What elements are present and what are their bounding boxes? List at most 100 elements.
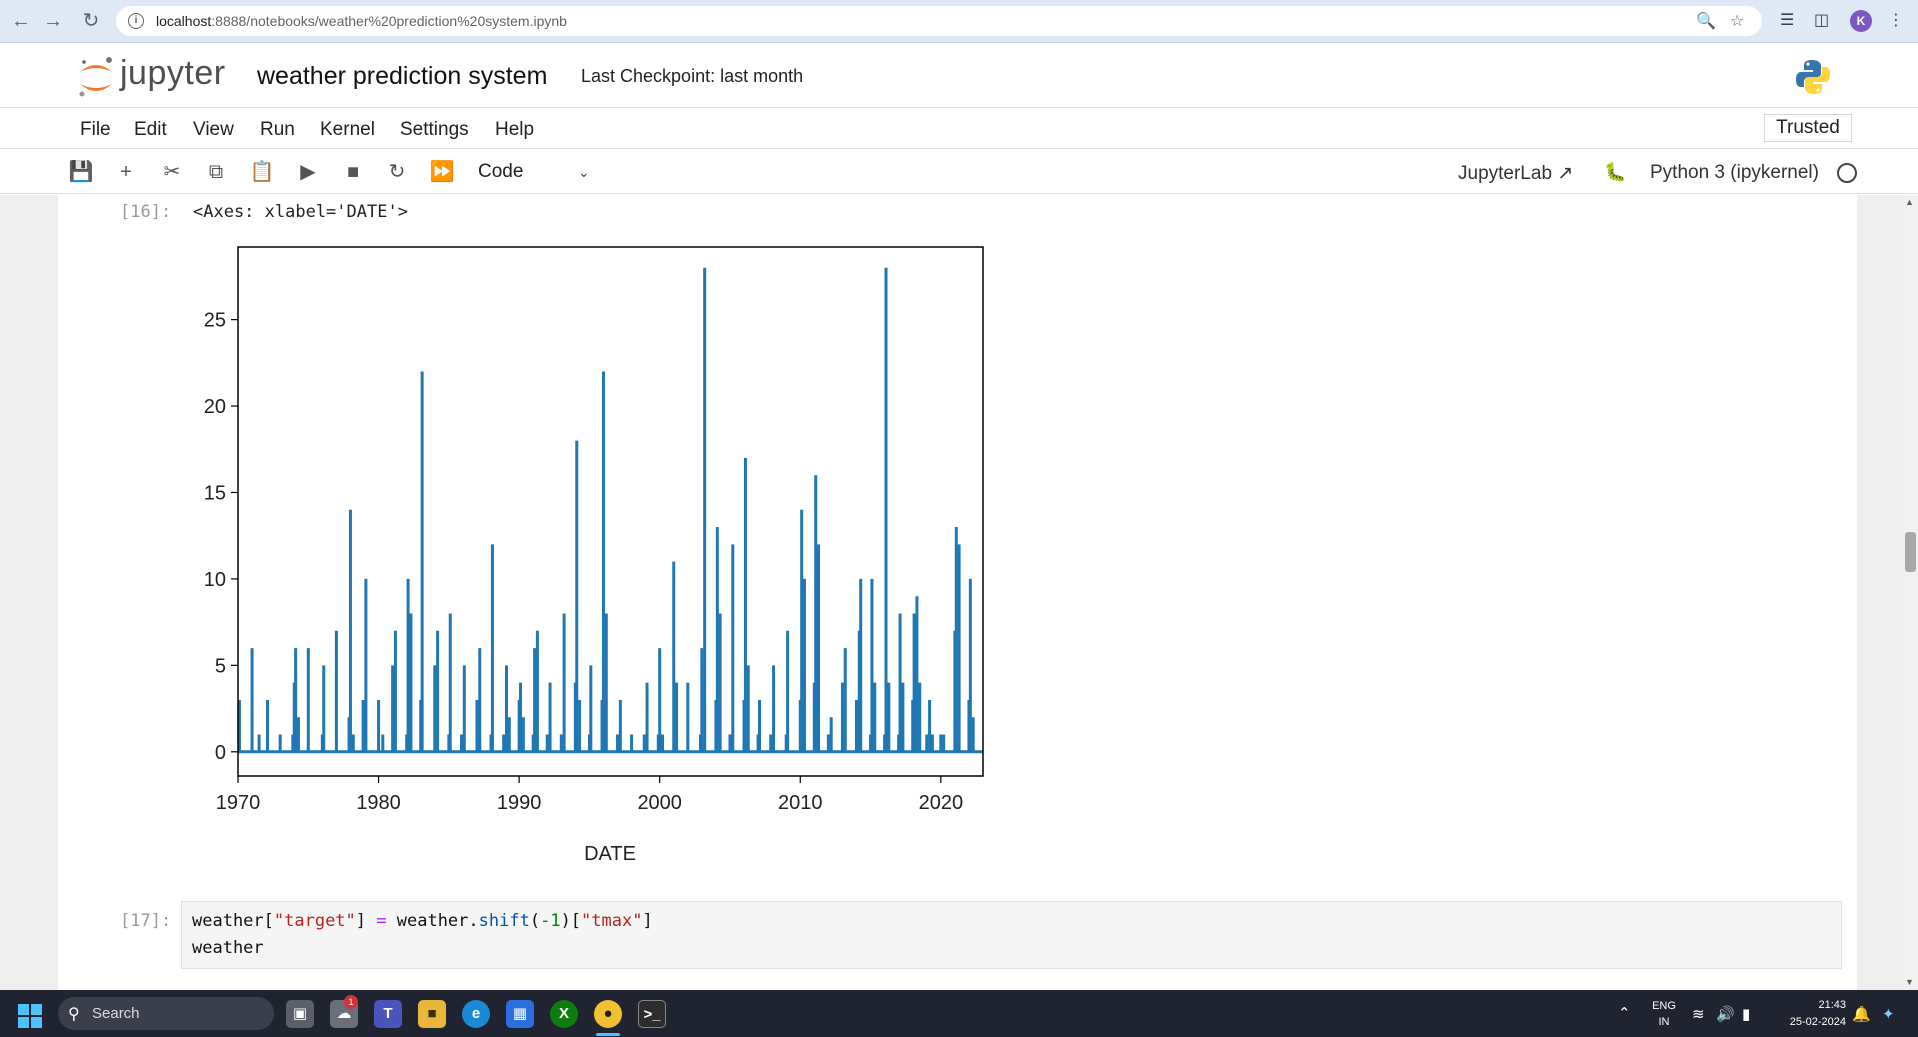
copy-icon[interactable]: ⧉ bbox=[203, 160, 229, 184]
plot-series bbox=[237, 267, 983, 754]
reading-list-icon[interactable]: ☰ bbox=[1780, 10, 1794, 30]
code-token: weather[ bbox=[192, 911, 274, 931]
jupyter-logo-icon bbox=[79, 57, 112, 97]
battery-icon[interactable]: ▮ bbox=[1742, 1005, 1750, 1023]
x-tick-label: 1970 bbox=[216, 792, 261, 814]
jupyterlab-link[interactable]: JupyterLab ↗ bbox=[1458, 162, 1573, 185]
url-text[interactable]: localhost:8888/notebooks/weather%20predi… bbox=[156, 13, 567, 29]
debugger-icon[interactable]: 🐛 bbox=[1604, 162, 1626, 183]
xbox-icon[interactable]: X bbox=[550, 1000, 578, 1028]
code-cell-editor[interactable]: weather["target"] = weather.shift(-1)["t… bbox=[181, 901, 1842, 969]
code-token: ( bbox=[529, 911, 541, 931]
active-app-indicator bbox=[596, 1033, 620, 1036]
code-line-2: weather bbox=[192, 938, 264, 958]
copilot-icon[interactable]: ✦ bbox=[1882, 1005, 1895, 1023]
restart-run-all-icon[interactable]: ⏩ bbox=[429, 160, 455, 184]
y-axis-ticks: 0 5 10 15 20 25 bbox=[204, 310, 238, 764]
kernel-name[interactable]: Python 3 (ipykernel) bbox=[1650, 162, 1819, 184]
more-menu-icon[interactable]: ⋮ bbox=[1888, 10, 1904, 30]
save-icon[interactable]: 💾 bbox=[68, 160, 94, 184]
output-prompt: [16]: bbox=[120, 202, 172, 222]
scrollbar-track[interactable] bbox=[1903, 195, 1918, 990]
notebook-header: jupyter weather prediction system Last C… bbox=[0, 44, 1918, 108]
windows-taskbar: ⚲ Search ▣ ☁ 1 T ■ e ▦ X ● >_ ⌃ ENG IN ≋… bbox=[0, 990, 1918, 1037]
y-tick-label: 5 bbox=[215, 655, 226, 677]
kernel-status-icon bbox=[1837, 163, 1857, 183]
input-prompt: [17]: bbox=[120, 911, 172, 931]
y-tick-label: 25 bbox=[204, 310, 226, 332]
profile-avatar[interactable]: K bbox=[1850, 10, 1872, 32]
notification-badge: 1 bbox=[344, 995, 358, 1009]
scroll-down-arrow-icon[interactable]: ▼ bbox=[1905, 977, 1914, 987]
menu-view[interactable]: View bbox=[193, 119, 234, 141]
scrollbar-thumb[interactable] bbox=[1905, 532, 1916, 572]
output-text: <Axes: xlabel='DATE'> bbox=[193, 202, 408, 222]
url-host: localhost bbox=[156, 13, 212, 29]
code-token: -1 bbox=[540, 911, 561, 931]
code-token: "tmax" bbox=[581, 911, 643, 931]
cell-type-value: Code bbox=[478, 161, 524, 182]
clock-time[interactable]: 21:43 bbox=[1770, 999, 1846, 1011]
trusted-indicator[interactable]: Trusted bbox=[1764, 114, 1852, 142]
checkpoint-status: Last Checkpoint: last month bbox=[581, 66, 804, 86]
forward-arrow-icon[interactable]: → bbox=[40, 8, 66, 34]
reload-icon[interactable]: ↻ bbox=[78, 8, 104, 34]
add-cell-icon[interactable]: + bbox=[113, 160, 139, 184]
back-arrow-icon[interactable]: ← bbox=[8, 8, 34, 34]
browser-toolbar: ← → ↻ i localhost:8888/notebooks/weather… bbox=[0, 0, 1918, 43]
run-icon[interactable]: ▶ bbox=[295, 160, 321, 184]
notification-bell-icon[interactable]: 🔔 bbox=[1852, 1005, 1871, 1023]
store-icon[interactable]: ▦ bbox=[506, 1000, 534, 1028]
notebook-toolbar: 💾 + ✂ ⧉ 📋 ▶ ■ ↻ ⏩ Code ⌄ JupyterLab ↗ 🐛 … bbox=[0, 150, 1918, 194]
bookmark-star-icon[interactable]: ☆ bbox=[1730, 11, 1744, 31]
menu-file[interactable]: File bbox=[80, 119, 111, 141]
menu-kernel[interactable]: Kernel bbox=[320, 119, 375, 141]
task-view-icon[interactable]: ▣ bbox=[286, 1000, 314, 1028]
volume-icon[interactable]: 🔊 bbox=[1716, 1005, 1735, 1023]
code-token: ] bbox=[355, 911, 377, 931]
region-code[interactable]: IN bbox=[1648, 1016, 1680, 1028]
clock-date[interactable]: 25-02-2024 bbox=[1770, 1016, 1846, 1028]
url-path: :8888/notebooks/weather%20prediction%20s… bbox=[211, 13, 567, 29]
restart-icon[interactable]: ↻ bbox=[384, 160, 410, 184]
code-token: = bbox=[376, 911, 387, 931]
site-info-icon[interactable]: i bbox=[128, 13, 144, 29]
address-bar[interactable]: i localhost:8888/notebooks/weather%20pre… bbox=[116, 6, 1762, 36]
x-tick-label: 1980 bbox=[356, 792, 401, 814]
paste-icon[interactable]: 📋 bbox=[249, 160, 275, 184]
x-axis-ticks: 1970 1980 1990 2000 2010 2020 bbox=[216, 776, 963, 814]
cut-icon[interactable]: ✂ bbox=[159, 160, 185, 184]
zoom-icon[interactable]: 🔍 bbox=[1696, 11, 1716, 31]
code-token: )[ bbox=[560, 911, 582, 931]
side-panel-icon[interactable]: ◫ bbox=[1814, 10, 1829, 30]
code-token: shift bbox=[478, 911, 530, 931]
search-label: Search bbox=[92, 1005, 140, 1022]
scroll-up-arrow-icon[interactable]: ▲ bbox=[1905, 197, 1914, 207]
search-icon: ⚲ bbox=[68, 1006, 80, 1023]
menu-bar: File Edit View Run Kernel Settings Help … bbox=[0, 109, 1918, 149]
external-link-icon: ↗ bbox=[1557, 163, 1574, 184]
teams-icon[interactable]: T bbox=[374, 1000, 402, 1028]
windows-start-icon[interactable] bbox=[18, 1004, 42, 1028]
language-code[interactable]: ENG bbox=[1648, 1000, 1680, 1012]
jupyterlab-label: JupyterLab bbox=[1458, 163, 1553, 184]
wifi-icon[interactable]: ≋ bbox=[1692, 1005, 1705, 1023]
cell-type-dropdown[interactable]: Code ⌄ bbox=[478, 158, 602, 186]
x-tick-label: 2020 bbox=[919, 792, 964, 814]
terminal-icon[interactable]: >_ bbox=[638, 1000, 666, 1028]
stop-icon[interactable]: ■ bbox=[340, 160, 366, 184]
chrome-icon[interactable]: ● bbox=[594, 1000, 622, 1028]
x-tick-label: 2000 bbox=[637, 792, 682, 814]
code-token: ] bbox=[642, 911, 653, 931]
python-logo-icon bbox=[1796, 60, 1830, 94]
taskbar-search[interactable]: ⚲ Search bbox=[58, 997, 274, 1030]
show-hidden-icons-chevron-icon[interactable]: ⌃ bbox=[1618, 1004, 1631, 1022]
edge-browser-icon[interactable]: e bbox=[462, 1000, 490, 1028]
x-axis-label: DATE bbox=[584, 843, 636, 865]
menu-edit[interactable]: Edit bbox=[134, 119, 167, 141]
menu-settings[interactable]: Settings bbox=[400, 119, 469, 141]
menu-help[interactable]: Help bbox=[495, 119, 534, 141]
file-explorer-icon[interactable]: ■ bbox=[418, 1000, 446, 1028]
notebook-title[interactable]: weather prediction system bbox=[257, 62, 547, 91]
menu-run[interactable]: Run bbox=[260, 119, 295, 141]
